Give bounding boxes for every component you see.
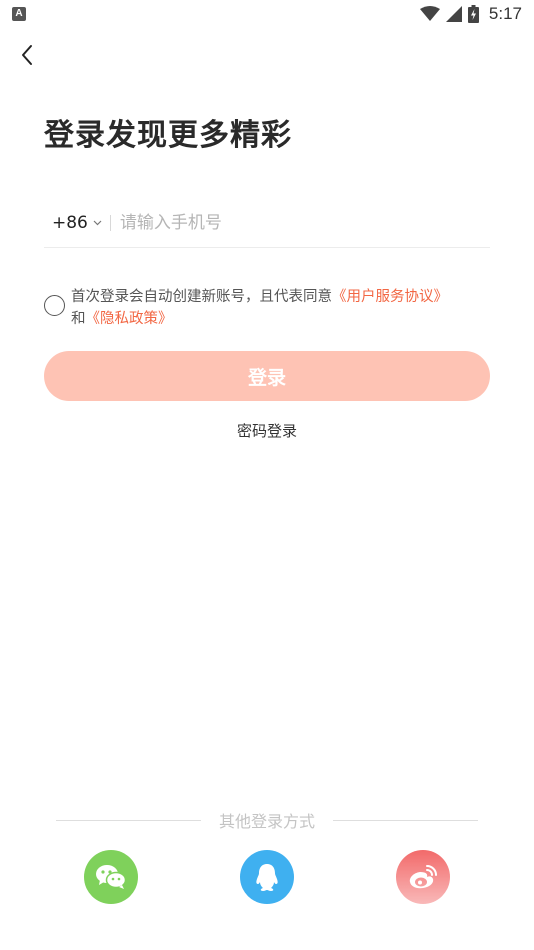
wechat-icon (96, 865, 127, 889)
wechat-login-button[interactable] (84, 850, 138, 904)
clock: 5:17 (488, 4, 522, 23)
social-login-row (0, 850, 534, 906)
agreement-text-and: 和 (71, 311, 86, 327)
input-divider (109, 214, 111, 231)
battery-charging-icon (467, 5, 479, 23)
other-login-label: 其他登录方式 (219, 812, 316, 831)
login-button[interactable]: 登录 (44, 351, 490, 401)
agreement-checkbox[interactable] (44, 295, 65, 316)
country-code-label: +86 (52, 212, 88, 233)
privacy-policy-link[interactable]: 《隐私政策》 (86, 311, 173, 327)
user-service-agreement-link[interactable]: 《用户服务协议》 (332, 289, 448, 305)
signal-icon (445, 6, 462, 22)
agreement-row: 首次登录会自动创建新账号，且代表同意《用户服务协议》 和《隐私政策》 (44, 286, 490, 330)
divider-line-right (333, 819, 479, 821)
agreement-text: 首次登录会自动创建新账号，且代表同意《用户服务协议》 和《隐私政策》 (71, 286, 448, 330)
phone-input-row: +86 (44, 198, 490, 248)
app-notification-icon: A (12, 7, 26, 21)
back-button[interactable] (12, 40, 42, 70)
weibo-login-button[interactable] (396, 850, 450, 904)
chevron-left-icon (22, 45, 32, 65)
weibo-icon (409, 865, 437, 889)
password-login-container: 密码登录 (0, 420, 534, 441)
qq-icon (256, 864, 278, 891)
divider-line-left (56, 819, 201, 821)
qq-login-button[interactable] (240, 850, 294, 904)
page-title: 登录发现更多精彩 (44, 118, 292, 153)
phone-input[interactable] (119, 202, 490, 243)
agreement-text-prefix: 首次登录会自动创建新账号，且代表同意 (71, 289, 332, 305)
other-login-divider: 其他登录方式 (56, 808, 479, 832)
status-bar: A 5:17 (0, 0, 534, 28)
chevron-down-icon (93, 220, 102, 225)
wifi-icon (419, 6, 440, 21)
country-code-selector[interactable]: +86 (44, 213, 102, 233)
password-login-link[interactable]: 密码登录 (237, 422, 297, 440)
login-page: A 5:17 登录发现更多精彩 +86 请输入手机号 首次登录会自动创建新账号，… (0, 0, 534, 950)
